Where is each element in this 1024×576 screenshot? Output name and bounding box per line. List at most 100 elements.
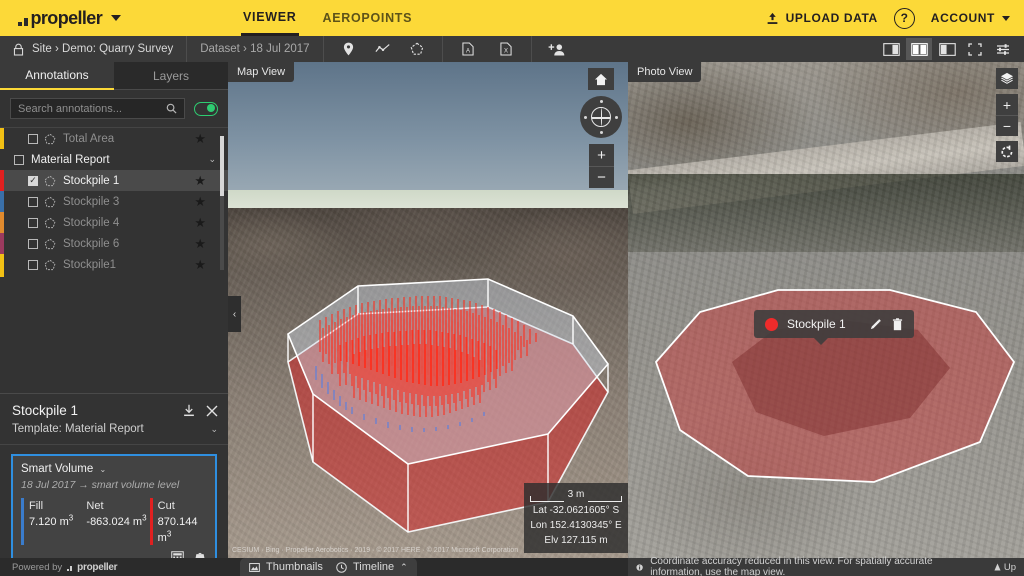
zoom-in-button[interactable]: + [589, 144, 614, 166]
favorite-star-icon[interactable]: ★ [194, 194, 206, 210]
nav-left-nub[interactable] [584, 116, 587, 119]
pin-icon[interactable] [337, 37, 361, 61]
pencil-icon[interactable] [869, 318, 882, 331]
status-bar: Coordinate accuracy reduced in this view… [628, 558, 1024, 576]
split-view-icon[interactable] [906, 38, 932, 60]
detail-title: Stockpile 1 [12, 403, 78, 418]
annotations-list[interactable]: Total Area★Material Report⌄Stockpile 1★S… [0, 127, 228, 277]
up-indicator[interactable]: Up [994, 562, 1016, 573]
favorite-star-icon[interactable]: ★ [194, 173, 206, 189]
zoom-out-button[interactable]: − [996, 115, 1018, 136]
annotation-checkbox[interactable] [28, 197, 38, 207]
annotation-checkbox[interactable] [28, 218, 38, 228]
download-button[interactable] [183, 404, 195, 417]
navigation-compass[interactable] [580, 96, 622, 138]
tab-layers[interactable]: Layers [114, 62, 228, 90]
close-button[interactable] [206, 405, 218, 417]
panel-left-icon[interactable] [934, 38, 960, 60]
fullscreen-icon[interactable] [962, 38, 988, 60]
clock-icon [336, 562, 347, 573]
cut-color-bar [150, 498, 153, 545]
home-view-button[interactable] [588, 68, 614, 90]
view-mode-toggles [878, 36, 1016, 62]
favorite-star-icon[interactable]: ★ [194, 131, 206, 147]
annotation-checkbox[interactable] [28, 176, 38, 186]
tab-viewer[interactable]: VIEWER [241, 0, 299, 36]
metric-fill: Fill 7.120 m3 [21, 498, 86, 545]
map-attribution: CESIUM · Bing · Propeller Aerobotics · 2… [232, 547, 518, 554]
timeline-button[interactable]: Timeline ⌃ [327, 558, 417, 576]
search-annotations-box[interactable] [10, 98, 185, 119]
account-menu[interactable]: ACCOUNT [931, 11, 1010, 25]
annotations-visibility-toggle[interactable] [194, 102, 218, 116]
trash-icon[interactable] [892, 318, 903, 331]
annotation-checkbox[interactable] [14, 155, 24, 165]
scale-bar: 3 m [530, 487, 622, 502]
photo-annotation-tooltip[interactable]: Stockpile 1 [754, 310, 914, 338]
favorite-star-icon[interactable]: ★ [194, 236, 206, 252]
layers-icon[interactable] [996, 68, 1018, 89]
upload-data-button[interactable]: UPLOAD DATA [766, 11, 878, 25]
annotation-color-swatch [0, 275, 4, 277]
detail-template-row[interactable]: Template: Material Report ⌄ [0, 420, 228, 445]
annotation-checkbox[interactable] [28, 134, 38, 144]
svg-text:X: X [504, 49, 508, 55]
chevron-down-icon[interactable]: ⌄ [99, 465, 106, 474]
map-view[interactable]: Map View ‹ + − CESIUM · Bing · Propeller… [228, 62, 628, 558]
annotation-row[interactable]: Total Area★ [0, 128, 228, 149]
detail-header: Stockpile 1 [0, 394, 228, 420]
annotation-row[interactable]: Stockpile 1★ [0, 170, 228, 191]
scale-line [588, 501, 621, 502]
annotation-row[interactable]: Stockpile 6★ [0, 233, 228, 254]
volume-metrics: Fill 7.120 m3 Net -863.024 m3 Cut [21, 498, 207, 545]
annotation-row[interactable]: Stockpile3★ [0, 275, 228, 277]
thumbnails-icon [249, 563, 260, 572]
settings-sliders-icon[interactable] [990, 38, 1016, 60]
photo-view-label: Photo View [628, 62, 701, 82]
nav-right-nub[interactable] [615, 116, 618, 119]
tab-annotations[interactable]: Annotations [0, 62, 114, 90]
annotation-checkbox[interactable] [28, 260, 38, 270]
annotation-label: Stockpile 3 [63, 196, 119, 208]
upload-icon [766, 12, 779, 25]
excel-export-icon[interactable]: X [494, 37, 518, 61]
favorite-star-icon[interactable]: ★ [194, 215, 206, 231]
nav-down-nub[interactable] [600, 131, 603, 134]
chevron-down-icon[interactable]: ⌄ [208, 154, 216, 165]
photo-view[interactable]: Photo View + − Stockpile 1 [628, 62, 1024, 558]
line-chart-icon[interactable] [371, 37, 395, 61]
brand-logo[interactable]: propeller [18, 8, 121, 29]
polygon-icon[interactable] [405, 37, 429, 61]
pdf-export-icon[interactable]: A [456, 37, 480, 61]
panel-right-icon[interactable] [878, 38, 904, 60]
scrollbar-thumb[interactable] [220, 136, 224, 196]
top-bar-actions: UPLOAD DATA ? ACCOUNT [766, 0, 1010, 36]
annotation-row[interactable]: Stockpile1★ [0, 254, 228, 275]
top-bar: propeller VIEWER AEROPOINTS UPLOAD DATA … [0, 0, 1024, 36]
tab-aeropoints[interactable]: AEROPOINTS [321, 0, 415, 36]
annotation-row[interactable]: Stockpile 3 ★ [0, 191, 228, 212]
zoom-out-button[interactable]: − [589, 166, 614, 188]
add-user-icon[interactable] [545, 37, 569, 61]
search-input[interactable] [18, 103, 166, 115]
globe-icon[interactable] [591, 107, 611, 127]
annotation-row[interactable]: Stockpile 4★ [0, 212, 228, 233]
nav-up-nub[interactable] [600, 100, 603, 103]
help-button[interactable]: ? [894, 8, 915, 29]
scale-label: 3 m [564, 487, 589, 502]
breadcrumb-site[interactable]: Site › Demo: Quarry Survey [0, 36, 186, 62]
favorite-star-icon[interactable]: ★ [194, 257, 206, 273]
polygon-icon [44, 196, 56, 208]
reset-rotation-icon[interactable] [996, 141, 1018, 162]
breadcrumb-dataset[interactable]: Dataset › 18 Jul 2017 [187, 36, 322, 62]
smart-volume-card[interactable]: Smart Volume ⌄ 18 Jul 2017 → smart volum… [11, 454, 217, 570]
polygon-icon [44, 133, 56, 145]
zoom-in-button[interactable]: + [996, 94, 1018, 115]
up-label: Up [1004, 562, 1016, 573]
chevron-down-icon[interactable] [111, 15, 121, 21]
smart-volume-title: Smart Volume ⌄ [21, 463, 207, 475]
collapse-sidebar-button[interactable]: ‹ [228, 296, 241, 332]
annotation-row[interactable]: Material Report⌄ [0, 149, 228, 170]
annotation-checkbox[interactable] [28, 239, 38, 249]
annotation-color-swatch [0, 128, 4, 149]
